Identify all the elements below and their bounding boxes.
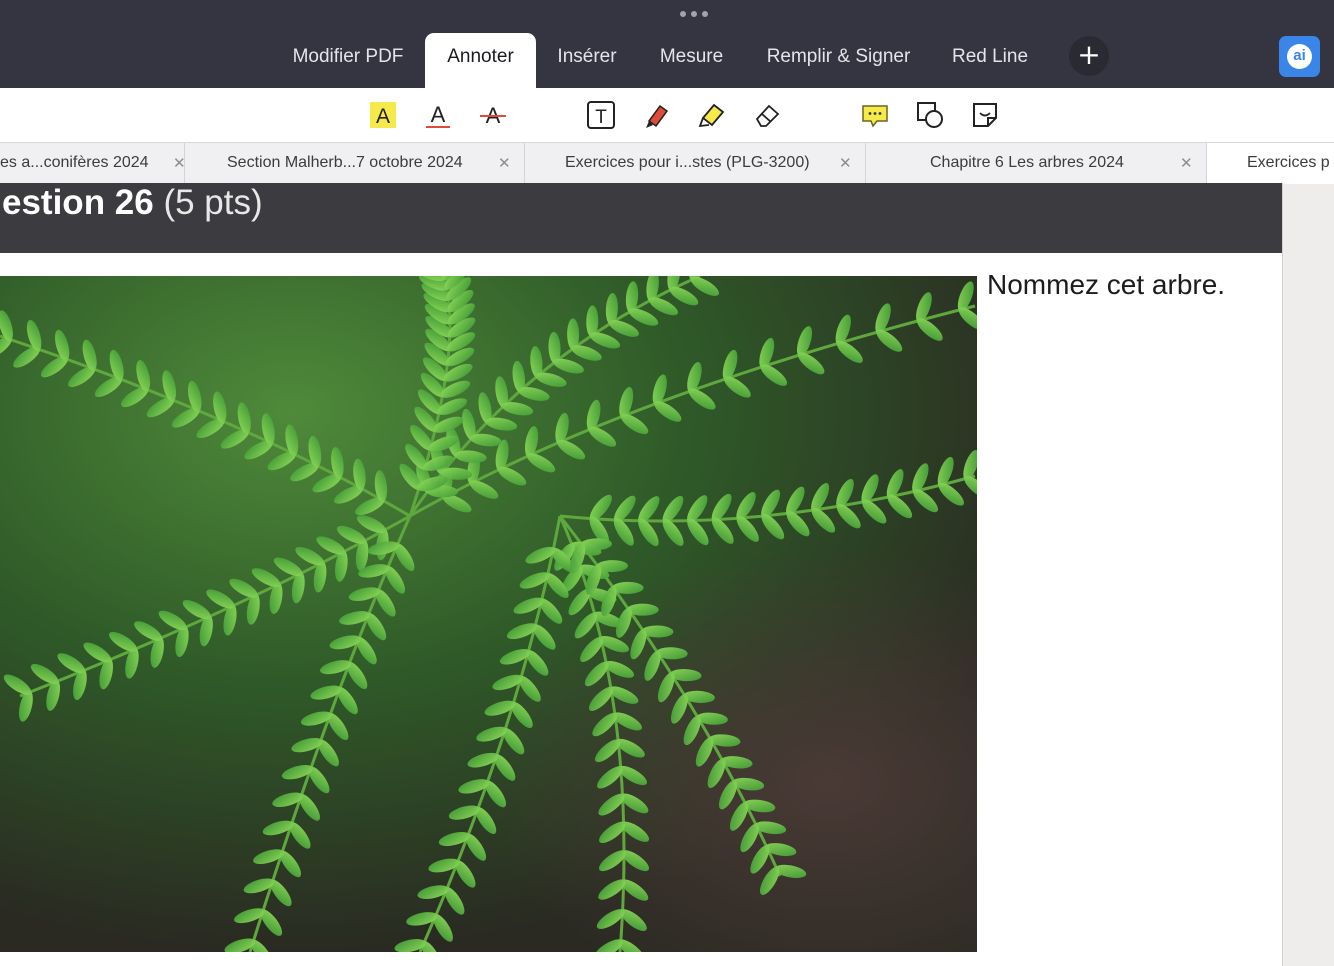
svg-text:A: A: [376, 105, 390, 128]
document-tab-title: Exercices p: [1247, 154, 1330, 171]
text-box-icon[interactable]: T: [583, 98, 619, 132]
tab-modifier-pdf[interactable]: Modifier PDF: [276, 33, 420, 88]
tab-remplir-signer[interactable]: Remplir & Signer: [756, 33, 921, 88]
document-tab[interactable]: Chapitre 6 Les arbres 2024 ✕: [866, 143, 1206, 184]
shapes-icon[interactable]: [912, 98, 948, 132]
annotation-toolbar: A A A T: [0, 88, 1334, 142]
document-tab-title: Chapitre 6 Les arbres 2024: [930, 154, 1124, 171]
question-title: estion 26 (5 pts): [2, 183, 263, 222]
underline-text-icon[interactable]: A: [420, 98, 456, 132]
ai-label: ai: [1287, 44, 1312, 69]
document-tab[interactable]: es a...conifères 2024 ✕: [0, 143, 186, 184]
sticky-note-icon[interactable]: [967, 98, 1003, 132]
document-tab[interactable]: Section Malherb...7 octobre 2024 ✕: [185, 143, 524, 184]
more-options-handle[interactable]: [680, 11, 708, 19]
tab-inserer[interactable]: Insérer: [544, 33, 630, 88]
tab-annoter[interactable]: Annoter: [425, 33, 536, 88]
document-tab-title: Section Malherb...7 octobre 2024: [227, 154, 463, 171]
highlighter-icon[interactable]: [694, 98, 730, 132]
strikethrough-text-icon[interactable]: A: [475, 98, 511, 132]
tab-red-line[interactable]: Red Line: [941, 33, 1039, 88]
close-tab-icon[interactable]: ✕: [1180, 143, 1193, 183]
close-tab-icon[interactable]: ✕: [498, 143, 511, 183]
document-tab[interactable]: Exercices pour i...stes (PLG-3200) ✕: [525, 143, 865, 184]
eraser-icon[interactable]: [749, 98, 785, 132]
question-prompt: Nommez cet arbre.: [987, 269, 1226, 300]
svg-text:A: A: [431, 102, 446, 127]
ai-assistant-button[interactable]: ai: [1279, 36, 1320, 77]
question-header: estion 26 (5 pts): [0, 183, 1282, 253]
document-tab-active[interactable]: Exercices p: [1207, 143, 1334, 184]
comment-icon[interactable]: [857, 98, 893, 132]
fern-tree-photo: [0, 276, 977, 952]
annotation-top-bar: Modifier PDF Annoter Insérer Mesure Remp…: [0, 0, 1334, 88]
close-tab-icon[interactable]: ✕: [839, 143, 852, 183]
document-tab-title: es a...conifères 2024: [0, 154, 149, 171]
highlight-text-icon[interactable]: A: [365, 98, 401, 132]
document-tab-strip: es a...conifères 2024 ✕ Section Malherb.…: [0, 142, 1334, 184]
add-tool-button[interactable]: +: [1069, 36, 1109, 76]
pen-icon[interactable]: [639, 98, 675, 132]
tab-mesure[interactable]: Mesure: [647, 33, 736, 88]
pdf-page: estion 26 (5 pts) Nommez cet arbre.: [0, 183, 1283, 966]
svg-text:T: T: [595, 107, 607, 128]
document-tab-title: Exercices pour i...stes (PLG-3200): [565, 154, 810, 171]
